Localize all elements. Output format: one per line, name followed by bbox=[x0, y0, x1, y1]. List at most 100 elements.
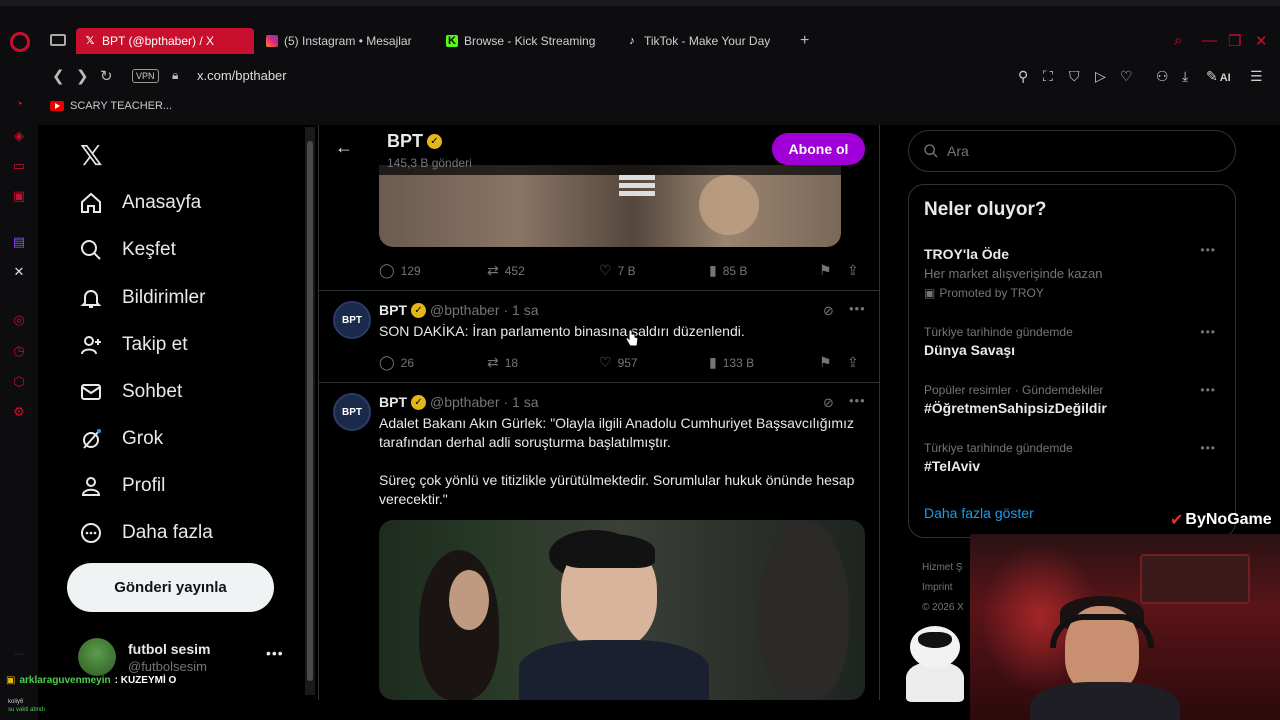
sidebar-item-more[interactable]: Daha fazla bbox=[78, 520, 213, 546]
sidebar-item-home[interactable]: Anasayfa bbox=[78, 190, 201, 216]
close-window-icon[interactable]: ✕ bbox=[1255, 32, 1268, 50]
reload-icon[interactable]: ↻ bbox=[100, 67, 113, 85]
tab-x[interactable]: 𝕏 BPT (@bpthaber) / X bbox=[76, 28, 254, 54]
tweet-author[interactable]: BPT bbox=[379, 394, 407, 410]
sidebar-item-follow[interactable]: Takip et bbox=[78, 332, 187, 358]
tweet-media-image[interactable] bbox=[379, 165, 841, 247]
player-icon[interactable]: ▭ bbox=[11, 158, 27, 174]
aria-icon[interactable]: ◔ bbox=[11, 96, 27, 112]
like-button[interactable]: ♡ 7 B bbox=[599, 262, 636, 279]
opera-logo-icon[interactable] bbox=[10, 32, 30, 52]
retweet-icon: ⇄ bbox=[487, 354, 499, 370]
account-icon[interactable]: ⚇ bbox=[1156, 68, 1169, 85]
show-more-link[interactable]: Daha fazla göster bbox=[924, 505, 1034, 521]
footer-link[interactable]: Imprint bbox=[922, 578, 964, 598]
snapshot-icon[interactable]: ⛶ bbox=[1043, 68, 1053, 85]
avatar[interactable]: BPT bbox=[333, 301, 371, 339]
settings-icon[interactable]: ⚙ bbox=[11, 404, 27, 420]
x-sidebar-icon[interactable]: ✕ bbox=[11, 264, 27, 280]
post-button[interactable]: Gönderi yayınla bbox=[67, 563, 274, 612]
heart-icon[interactable]: ♡ bbox=[1120, 68, 1133, 85]
trend-item[interactable]: Türkiye tarihinde gündemde Dünya Savaşı … bbox=[924, 325, 1224, 358]
reply-button[interactable]: ◯ 129 bbox=[379, 262, 421, 279]
share-button[interactable]: ⇪ bbox=[847, 262, 859, 279]
x-logo-icon[interactable]: 𝕏 bbox=[80, 139, 103, 172]
grok-explain-icon[interactable]: ⊘ bbox=[823, 395, 834, 411]
account-more-icon[interactable]: ••• bbox=[266, 645, 284, 661]
sidebar-item-grok[interactable]: Grok bbox=[78, 426, 163, 452]
trend-more-icon[interactable]: ••• bbox=[1200, 325, 1216, 339]
extensions-icon[interactable]: ⬡ bbox=[11, 374, 27, 390]
reply-count: 129 bbox=[400, 263, 421, 278]
account-switcher[interactable]: futbol sesim @futbolsesim bbox=[78, 638, 210, 676]
tab-overview-icon[interactable] bbox=[50, 34, 66, 46]
trend-context: Türkiye tarihinde gündemde bbox=[924, 441, 1073, 455]
subscribe-button[interactable]: Abone ol bbox=[772, 133, 865, 165]
opera-sidebar: ◔ ◈ ▭ ▣ ▤ ✕ ◎ ◷ ⬡ ⚙ ⋯ bbox=[0, 58, 38, 720]
tweet-handle[interactable]: @bpthaber bbox=[430, 302, 499, 318]
sidebar-item-profile[interactable]: Profil bbox=[78, 473, 165, 499]
views-button[interactable]: ▮ 133 B bbox=[709, 354, 754, 371]
aria-ai-button[interactable]: ✎ AI bbox=[1206, 68, 1231, 85]
trend-more-icon[interactable]: ••• bbox=[1200, 243, 1216, 257]
sidebar-item-explore[interactable]: Keşfet bbox=[78, 237, 176, 263]
trend-more-icon[interactable]: ••• bbox=[1200, 441, 1216, 455]
play-icon[interactable]: ▷ bbox=[1095, 68, 1106, 85]
tweet-time[interactable]: · 1 sa bbox=[503, 302, 538, 318]
url-field[interactable]: x.com/bpthaber bbox=[197, 68, 287, 83]
new-tab-icon[interactable]: + bbox=[800, 32, 809, 50]
retweet-button[interactable]: ⇄ 18 bbox=[487, 354, 518, 371]
search-input[interactable]: Ara bbox=[908, 130, 1236, 172]
tab-kick[interactable]: K Browse - Kick Streaming bbox=[438, 28, 616, 54]
crypto-wallet-icon[interactable]: ◈ bbox=[11, 128, 27, 144]
trend-item[interactable]: Türkiye tarihinde gündemde #TelAviv ••• bbox=[924, 441, 1224, 474]
tweet-time[interactable]: · 1 sa bbox=[503, 394, 538, 410]
tab-instagram[interactable]: (5) Instagram • Mesajlar bbox=[258, 28, 436, 54]
image-detail bbox=[1140, 554, 1250, 604]
tab-tiktok[interactable]: ♪ TikTok - Make Your Day bbox=[618, 28, 796, 54]
views-button[interactable]: ▮ 85 B bbox=[709, 262, 747, 279]
like-button[interactable]: ♡ 957 bbox=[599, 354, 638, 371]
menu-icon[interactable]: ☰ bbox=[1250, 68, 1263, 85]
tweet-media-image[interactable] bbox=[379, 520, 865, 700]
bookmark-button[interactable]: ⚑ bbox=[819, 262, 832, 279]
history-icon[interactable]: ◎ bbox=[11, 312, 27, 328]
heart-icon: ♡ bbox=[599, 262, 612, 278]
page-scrollbar[interactable] bbox=[305, 127, 315, 695]
sidebar-item-messages[interactable]: Sohbet bbox=[78, 379, 182, 405]
minimize-icon[interactable]: — bbox=[1202, 32, 1217, 49]
clock-icon[interactable]: ◷ bbox=[11, 343, 27, 359]
messenger-icon[interactable]: ▣ bbox=[11, 188, 27, 204]
retweet-button[interactable]: ⇄ 452 bbox=[487, 262, 525, 279]
back-icon[interactable]: ❮ bbox=[52, 67, 65, 85]
adblock-icon[interactable]: ⛉ bbox=[1069, 68, 1080, 85]
bookmark-item[interactable]: SCARY TEACHER... bbox=[50, 100, 172, 112]
trend-item[interactable]: TROY'la Öde Her market alışverişinde kaz… bbox=[924, 243, 1224, 300]
forward-icon[interactable]: ❯ bbox=[76, 67, 89, 85]
twitch-icon[interactable]: ▤ bbox=[11, 234, 27, 250]
grok-explain-icon[interactable]: ⊘ bbox=[823, 303, 834, 319]
avatar bbox=[78, 638, 116, 676]
footer-link[interactable]: Hizmet Ş bbox=[922, 558, 964, 578]
bookmark-button[interactable]: ⚑ bbox=[819, 354, 832, 371]
pin-icon[interactable]: ⚲ bbox=[1018, 68, 1028, 85]
divider bbox=[319, 290, 879, 291]
lock-icon[interactable]: 🔒︎ bbox=[172, 68, 178, 83]
tweet-more-icon[interactable]: ••• bbox=[849, 301, 866, 316]
scrollbar-thumb[interactable] bbox=[307, 141, 313, 681]
avatar[interactable]: BPT bbox=[333, 393, 371, 431]
sidebar-item-notifications[interactable]: Bildirimler bbox=[78, 285, 205, 311]
tweet-handle[interactable]: @bpthaber bbox=[430, 394, 499, 410]
tweet-more-icon[interactable]: ••• bbox=[849, 393, 866, 408]
reply-button[interactable]: ◯ 26 bbox=[379, 354, 414, 371]
back-arrow-icon[interactable]: ← bbox=[335, 137, 353, 158]
maximize-icon[interactable]: ❐ bbox=[1228, 32, 1241, 50]
vpn-badge[interactable]: VPN bbox=[132, 69, 159, 83]
search-tabs-icon[interactable]: ⌕ bbox=[1174, 32, 1182, 49]
more-sidebar-icon[interactable]: ⋯ bbox=[11, 646, 27, 662]
share-button[interactable]: ⇪ bbox=[847, 354, 859, 371]
tweet-author[interactable]: BPT bbox=[379, 302, 407, 318]
download-icon[interactable]: ⤓ bbox=[1182, 68, 1188, 85]
trend-more-icon[interactable]: ••• bbox=[1200, 383, 1216, 397]
trend-item[interactable]: Popüler resimler · Gündemdekiler #Öğretm… bbox=[924, 383, 1224, 416]
